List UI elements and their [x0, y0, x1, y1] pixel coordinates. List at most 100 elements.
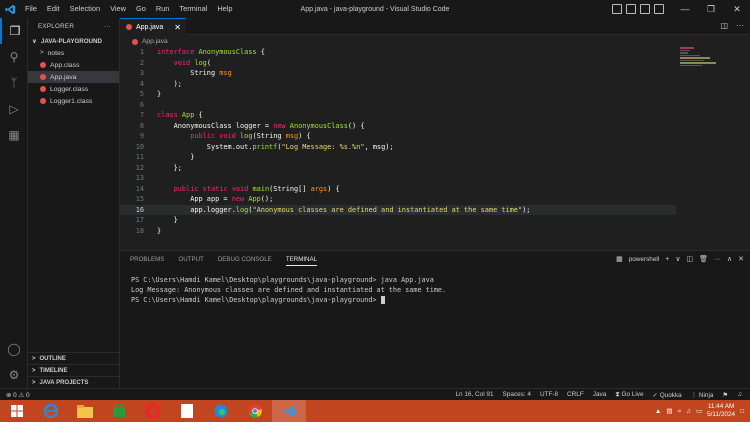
close-window-button[interactable]: ✕ [724, 0, 750, 18]
terminal-prompt[interactable]: PS C:\Users\Hamdi Kamel\Desktop\playgrou… [131, 296, 385, 304]
activity-bar: ❐ ⚲ ᛉ ▷ ▦ ◯ ⚙ [0, 18, 28, 388]
outline-section[interactable]: > OUTLINE [28, 352, 120, 364]
more-actions-icon[interactable]: ··· [104, 23, 111, 30]
explorer-sidebar: EXPLORER ··· ∨ JAVA-PLAYGROUND > notes App.… [28, 18, 120, 388]
tab-problems[interactable]: PROBLEMS [130, 256, 164, 266]
problems-count[interactable]: ⊗ 0 ⚠ 0 [0, 391, 30, 399]
opera-icon[interactable] [136, 400, 170, 422]
volume-icon[interactable]: ♫ [686, 408, 691, 415]
language-mode[interactable]: Java [593, 391, 607, 399]
ninja-icon: ⋮ [690, 391, 699, 399]
edge-icon[interactable] [204, 400, 238, 422]
menu-run[interactable]: Run [151, 0, 175, 18]
tree-item-logger-class[interactable]: Logger.class [28, 83, 119, 95]
run-debug-icon[interactable]: ▷ [0, 96, 28, 122]
java-file-icon [40, 98, 46, 104]
explorer-icon[interactable]: ❐ [0, 18, 28, 44]
java-file-icon [40, 86, 46, 92]
menu-selection[interactable]: Selection [65, 0, 105, 18]
shell-name[interactable]: powershell [629, 256, 660, 263]
minimap[interactable] [680, 47, 724, 77]
timeline-section[interactable]: > TIMELINE [28, 364, 120, 376]
ninja-button[interactable]: ⋮ Ninja [691, 391, 714, 399]
toggle-panel-icon[interactable] [626, 4, 636, 14]
internet-explorer-icon[interactable] [34, 400, 68, 422]
windows-taskbar: ▲ ▤ ≈ ♫ ▭ 11:44 AM 5/11/2024 □ [0, 400, 750, 422]
vscode-logo-icon [0, 0, 20, 18]
battery-icon[interactable]: ▭ [696, 407, 702, 415]
java-projects-section[interactable]: > JAVA PROJECTS [28, 376, 120, 388]
split-editor-icon[interactable]: ◫ [720, 21, 728, 30]
cursor-position[interactable]: Ln 16, Col 91 [455, 391, 493, 399]
toggle-secondary-sidebar-icon[interactable] [640, 4, 650, 14]
menu-view[interactable]: View [105, 0, 131, 18]
menu-edit[interactable]: Edit [42, 0, 65, 18]
chevron-down-icon: ∨ [32, 38, 37, 45]
java-file-icon [132, 38, 138, 45]
quokka-button[interactable]: ✓ Quokka [653, 391, 682, 399]
wifi-icon[interactable]: ≈ [677, 408, 681, 415]
java-file-icon [40, 74, 46, 80]
terminal-icon: ▦ [616, 256, 623, 263]
menu-terminal[interactable]: Terminal [174, 0, 212, 18]
status-bar: ⊗ 0 ⚠ 0 Ln 16, Col 91 Spaces: 4 UTF-8 CR… [0, 388, 750, 400]
feedback-icon[interactable]: ⚑ [722, 391, 728, 399]
code-editor[interactable]: 1 interface AnonymousClass { 2 void log( … [120, 47, 750, 247]
tree-item-logger1-class[interactable]: Logger1.class [28, 95, 119, 107]
tab-debug-console[interactable]: DEBUG CONSOLE [218, 256, 272, 266]
go-live-button[interactable]: ⧗ Go Live [615, 391, 643, 399]
tree-item-app-class[interactable]: App.class [28, 59, 119, 71]
tree-item-notes[interactable]: > notes [28, 47, 119, 59]
project-folder[interactable]: ∨ JAVA-PLAYGROUND [28, 35, 119, 47]
menu-help[interactable]: Help [212, 0, 237, 18]
java-file-icon [40, 62, 46, 68]
clock[interactable]: 11:44 AM 5/11/2024 [707, 403, 735, 419]
indentation[interactable]: Spaces: 4 [503, 391, 531, 399]
encoding[interactable]: UTF-8 [540, 391, 558, 399]
new-terminal-icon[interactable]: + [665, 256, 669, 263]
notifications-bell-icon[interactable]: ♫ [737, 391, 742, 399]
chevron-down-icon[interactable]: ∨ [675, 255, 680, 263]
tab-output[interactable]: OUTPUT [178, 256, 203, 266]
close-tab-icon[interactable]: ✕ [174, 23, 181, 32]
tree-item-app-java[interactable]: App.java [28, 71, 119, 83]
trash-icon[interactable]: 🗑 [699, 255, 708, 263]
terminal-cursor [380, 296, 385, 304]
menu-file[interactable]: File [20, 0, 42, 18]
menu-go[interactable]: Go [131, 0, 151, 18]
chrome-icon[interactable] [238, 400, 272, 422]
toggle-sidebar-icon[interactable] [612, 4, 622, 14]
settings-gear-icon[interactable]: ⚙ [0, 362, 28, 388]
store-icon[interactable] [102, 400, 136, 422]
breadcrumb[interactable]: App.java [120, 36, 750, 47]
more-actions-icon[interactable]: ··· [714, 256, 721, 263]
maximize-button[interactable]: ❐ [698, 0, 724, 18]
tab-terminal[interactable]: TERMINAL [285, 256, 318, 266]
split-terminal-icon[interactable]: ◫ [686, 255, 693, 263]
windows-start-icon[interactable] [0, 400, 34, 422]
title-bar: File Edit Selection View Go Run Terminal… [0, 0, 750, 18]
extensions-icon[interactable]: ▦ [0, 122, 28, 148]
network-icon[interactable]: ▤ [666, 407, 672, 415]
tab-app-java[interactable]: App.java ✕ [120, 18, 186, 35]
source-control-icon[interactable]: ᛉ [0, 70, 28, 96]
line-ending[interactable]: CRLF [567, 391, 584, 399]
document-icon[interactable] [170, 400, 204, 422]
current-line: 16 app.logger.log("Anonymous classes are… [120, 204, 676, 215]
terminal-line: Log Message: Anonymous classes are defin… [131, 286, 447, 294]
minimize-button[interactable]: — [672, 0, 698, 18]
system-tray: ▲ ▤ ≈ ♫ ▭ 11:44 AM 5/11/2024 □ [655, 400, 744, 422]
customize-layout-icon[interactable] [654, 4, 664, 14]
more-actions-icon[interactable]: ··· [736, 21, 744, 30]
menu-bar: File Edit Selection View Go Run Terminal… [20, 0, 238, 18]
search-icon[interactable]: ⚲ [0, 44, 28, 70]
check-icon: ✓ [652, 391, 660, 399]
chevron-up-icon[interactable]: ▲ [655, 408, 661, 415]
maximize-panel-icon[interactable]: ∧ [727, 255, 732, 263]
file-explorer-icon[interactable] [68, 400, 102, 422]
vscode-taskbar-icon[interactable] [272, 400, 306, 422]
close-panel-icon[interactable]: ✕ [738, 255, 744, 263]
account-icon[interactable]: ◯ [0, 336, 28, 362]
explorer-header: EXPLORER [38, 23, 75, 30]
notification-center-icon[interactable]: □ [740, 408, 744, 415]
